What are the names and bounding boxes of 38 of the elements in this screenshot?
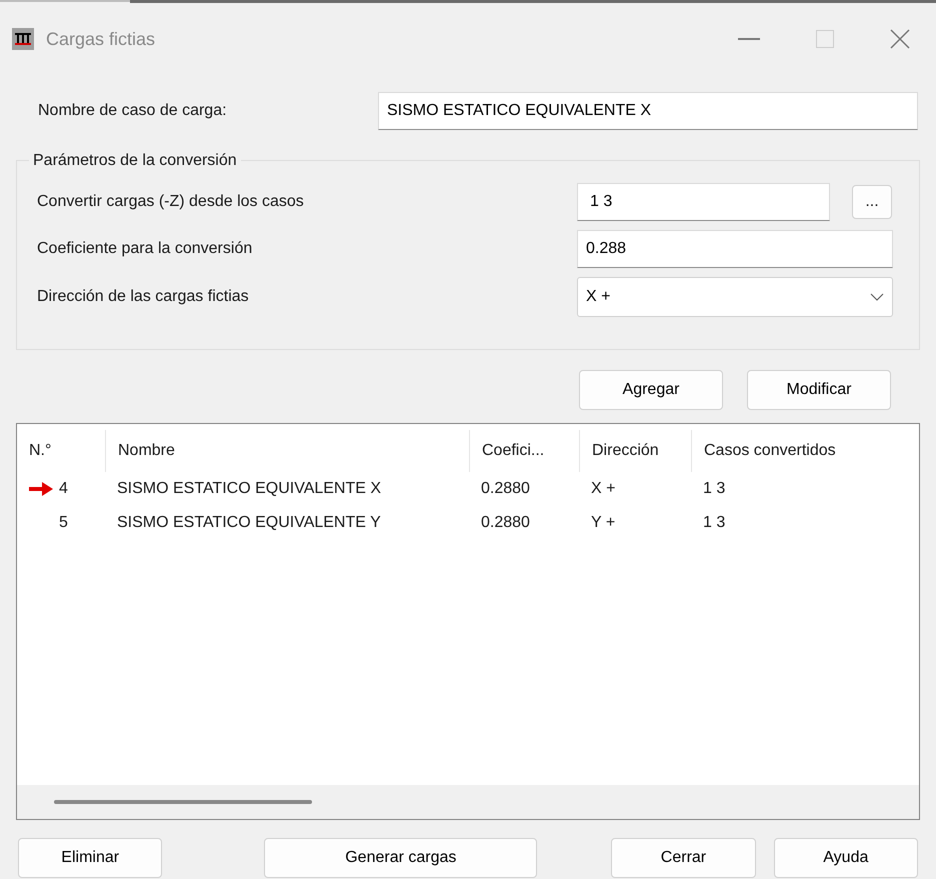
browse-button[interactable]: ...	[852, 185, 892, 219]
app-icon	[12, 28, 34, 50]
help-button[interactable]: Ayuda	[774, 838, 918, 878]
table-cell-text: 1 3	[703, 479, 726, 499]
table-cell-text: 1 3	[703, 513, 726, 533]
table-cell-text: 0.2880	[481, 479, 530, 499]
field-label: Dirección de las cargas fictias	[37, 287, 250, 307]
close-button[interactable]: Cerrar	[611, 838, 756, 878]
table-cell-text: 0.2880	[481, 513, 530, 533]
direction-dropdown[interactable]: X +	[577, 277, 893, 317]
minimize-icon[interactable]	[738, 38, 760, 40]
table-cell-text: Y +	[591, 513, 616, 533]
table-cell-text: SISMO ESTATICO EQUIVALENTE Y	[117, 513, 381, 533]
cases-field[interactable]: 1 3	[577, 183, 830, 221]
column-header[interactable]: Nombre	[105, 430, 469, 472]
load-case-name-field[interactable]: SISMO ESTATICO EQUIVALENTE X	[378, 92, 918, 130]
scrollbar-thumb[interactable]	[54, 800, 312, 804]
table-cell-text: 5	[59, 513, 68, 533]
column-header[interactable]: Casos convertidos	[691, 430, 891, 472]
modify-button[interactable]: Modificar	[747, 370, 891, 410]
maximize-icon[interactable]	[816, 30, 834, 48]
close-icon[interactable]	[890, 29, 910, 49]
column-header[interactable]: Dirección	[579, 430, 691, 472]
table-cell-text: X +	[591, 479, 616, 499]
coefficient-field[interactable]: 0.288	[577, 230, 893, 268]
column-header[interactable]: N.°	[17, 430, 105, 472]
add-button[interactable]: Agregar	[579, 370, 723, 410]
generate-button[interactable]: Generar cargas	[264, 838, 538, 878]
chevron-down-icon	[870, 293, 884, 301]
field-label: Convertir cargas (-Z) desde los casos	[37, 192, 305, 212]
field-label: Coeficiente para la conversión	[37, 239, 254, 259]
table-cell-text: SISMO ESTATICO EQUIVALENTE X	[117, 479, 382, 499]
window-title: Cargas fictias	[46, 28, 156, 51]
table-cell-text: 4	[59, 479, 68, 499]
horizontal-scrollbar[interactable]	[17, 785, 919, 819]
column-header[interactable]: Coefici...	[469, 430, 579, 472]
delete-button[interactable]: Eliminar	[18, 838, 162, 878]
field-label: Nombre de caso de carga:	[38, 101, 228, 121]
